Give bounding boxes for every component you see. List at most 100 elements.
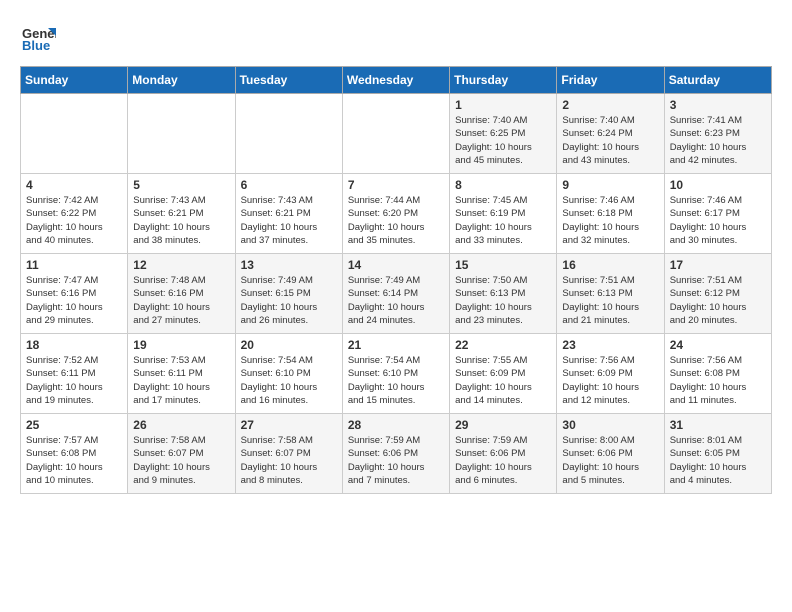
day-info: Sunrise: 7:43 AMSunset: 6:21 PMDaylight:… — [241, 194, 337, 247]
day-number: 21 — [348, 338, 444, 352]
day-number: 23 — [562, 338, 658, 352]
day-number: 3 — [670, 98, 766, 112]
day-info: Sunrise: 7:57 AMSunset: 6:08 PMDaylight:… — [26, 434, 122, 487]
calendar-body: 1 Sunrise: 7:40 AMSunset: 6:25 PMDaylight… — [21, 94, 772, 494]
day-info: Sunrise: 7:58 AMSunset: 6:07 PMDaylight:… — [241, 434, 337, 487]
calendar-week-row: 1 Sunrise: 7:40 AMSunset: 6:25 PMDaylight… — [21, 94, 772, 174]
svg-text:Blue: Blue — [22, 38, 50, 53]
day-info: Sunrise: 8:00 AMSunset: 6:06 PMDaylight:… — [562, 434, 658, 487]
logo-icon: General Blue — [20, 20, 56, 56]
calendar-cell: 8 Sunrise: 7:45 AMSunset: 6:19 PMDaylight… — [450, 174, 557, 254]
day-info: Sunrise: 7:55 AMSunset: 6:09 PMDaylight:… — [455, 354, 551, 407]
calendar-cell: 12 Sunrise: 7:48 AMSunset: 6:16 PMDayligh… — [128, 254, 235, 334]
day-info: Sunrise: 7:58 AMSunset: 6:07 PMDaylight:… — [133, 434, 229, 487]
calendar-cell — [21, 94, 128, 174]
calendar-cell: 28 Sunrise: 7:59 AMSunset: 6:06 PMDayligh… — [342, 414, 449, 494]
day-number: 1 — [455, 98, 551, 112]
day-info: Sunrise: 7:46 AMSunset: 6:17 PMDaylight:… — [670, 194, 766, 247]
day-info: Sunrise: 7:52 AMSunset: 6:11 PMDaylight:… — [26, 354, 122, 407]
calendar-cell: 23Sunrise: 7:56 AMSunset: 6:09 PMDayligh… — [557, 334, 664, 414]
day-info: Sunrise: 7:42 AMSunset: 6:22 PMDaylight:… — [26, 194, 122, 247]
calendar-cell: 18 Sunrise: 7:52 AMSunset: 6:11 PMDayligh… — [21, 334, 128, 414]
day-number: 26 — [133, 418, 229, 432]
calendar-cell: 25 Sunrise: 7:57 AMSunset: 6:08 PMDayligh… — [21, 414, 128, 494]
calendar-cell: 15 Sunrise: 7:50 AMSunset: 6:13 PMDayligh… — [450, 254, 557, 334]
calendar-cell: 29Sunrise: 7:59 AMSunset: 6:06 PMDayligh… — [450, 414, 557, 494]
day-number: 25 — [26, 418, 122, 432]
calendar-cell — [342, 94, 449, 174]
calendar-cell: 6 Sunrise: 7:43 AMSunset: 6:21 PMDaylight… — [235, 174, 342, 254]
day-number: 30 — [562, 418, 658, 432]
day-info: Sunrise: 7:47 AMSunset: 6:16 PMDaylight:… — [26, 274, 122, 327]
day-info: Sunrise: 7:49 AMSunset: 6:15 PMDaylight:… — [241, 274, 337, 327]
calendar-week-row: 25 Sunrise: 7:57 AMSunset: 6:08 PMDayligh… — [21, 414, 772, 494]
day-info: Sunrise: 7:59 AMSunset: 6:06 PMDaylight:… — [348, 434, 444, 487]
day-info: Sunrise: 7:51 AMSunset: 6:12 PMDaylight:… — [670, 274, 766, 327]
day-info: Sunrise: 7:54 AMSunset: 6:10 PMDaylight:… — [348, 354, 444, 407]
day-info: Sunrise: 8:01 AMSunset: 6:05 PMDaylight:… — [670, 434, 766, 487]
day-number: 22 — [455, 338, 551, 352]
calendar-week-row: 11 Sunrise: 7:47 AMSunset: 6:16 PMDayligh… — [21, 254, 772, 334]
day-number: 17 — [670, 258, 766, 272]
calendar-cell: 14 Sunrise: 7:49 AMSunset: 6:14 PMDayligh… — [342, 254, 449, 334]
day-number: 31 — [670, 418, 766, 432]
calendar-cell: 17 Sunrise: 7:51 AMSunset: 6:12 PMDayligh… — [664, 254, 771, 334]
day-number: 27 — [241, 418, 337, 432]
calendar-cell: 22 Sunrise: 7:55 AMSunset: 6:09 PMDayligh… — [450, 334, 557, 414]
day-number: 4 — [26, 178, 122, 192]
calendar-cell: 11 Sunrise: 7:47 AMSunset: 6:16 PMDayligh… — [21, 254, 128, 334]
calendar-week-row: 4 Sunrise: 7:42 AMSunset: 6:22 PMDaylight… — [21, 174, 772, 254]
day-number: 7 — [348, 178, 444, 192]
calendar-cell: 31 Sunrise: 8:01 AMSunset: 6:05 PMDayligh… — [664, 414, 771, 494]
day-number: 15 — [455, 258, 551, 272]
calendar-cell: 4 Sunrise: 7:42 AMSunset: 6:22 PMDaylight… — [21, 174, 128, 254]
calendar-cell: 7Sunrise: 7:44 AMSunset: 6:20 PMDaylight… — [342, 174, 449, 254]
calendar-cell — [128, 94, 235, 174]
calendar-cell: 20 Sunrise: 7:54 AMSunset: 6:10 PMDayligh… — [235, 334, 342, 414]
calendar-week-row: 18 Sunrise: 7:52 AMSunset: 6:11 PMDayligh… — [21, 334, 772, 414]
calendar-table: SundayMondayTuesdayWednesdayThursdayFrid… — [20, 66, 772, 494]
calendar-cell: 3Sunrise: 7:41 AMSunset: 6:23 PMDaylight… — [664, 94, 771, 174]
day-number: 9 — [562, 178, 658, 192]
day-number: 28 — [348, 418, 444, 432]
day-info: Sunrise: 7:50 AMSunset: 6:13 PMDaylight:… — [455, 274, 551, 327]
day-number: 19 — [133, 338, 229, 352]
weekday-header: Friday — [557, 67, 664, 94]
day-info: Sunrise: 7:49 AMSunset: 6:14 PMDaylight:… — [348, 274, 444, 327]
day-number: 8 — [455, 178, 551, 192]
day-info: Sunrise: 7:59 AMSunset: 6:06 PMDaylight:… — [455, 434, 551, 487]
calendar-cell: 16 Sunrise: 7:51 AMSunset: 6:13 PMDayligh… — [557, 254, 664, 334]
weekday-header: Sunday — [21, 67, 128, 94]
weekday-header: Tuesday — [235, 67, 342, 94]
day-number: 18 — [26, 338, 122, 352]
calendar-cell: 30 Sunrise: 8:00 AMSunset: 6:06 PMDayligh… — [557, 414, 664, 494]
calendar-cell: 21 Sunrise: 7:54 AMSunset: 6:10 PMDayligh… — [342, 334, 449, 414]
day-info: Sunrise: 7:54 AMSunset: 6:10 PMDaylight:… — [241, 354, 337, 407]
day-number: 13 — [241, 258, 337, 272]
day-info: Sunrise: 7:40 AMSunset: 6:25 PMDaylight:… — [455, 114, 551, 167]
day-info: Sunrise: 7:48 AMSunset: 6:16 PMDaylight:… — [133, 274, 229, 327]
day-number: 20 — [241, 338, 337, 352]
day-number: 10 — [670, 178, 766, 192]
day-number: 5 — [133, 178, 229, 192]
calendar-cell: 19 Sunrise: 7:53 AMSunset: 6:11 PMDayligh… — [128, 334, 235, 414]
day-number: 14 — [348, 258, 444, 272]
day-info: Sunrise: 7:46 AMSunset: 6:18 PMDaylight:… — [562, 194, 658, 247]
day-number: 16 — [562, 258, 658, 272]
logo: General Blue — [20, 20, 56, 56]
calendar-cell: 9 Sunrise: 7:46 AMSunset: 6:18 PMDaylight… — [557, 174, 664, 254]
day-number: 11 — [26, 258, 122, 272]
day-number: 12 — [133, 258, 229, 272]
day-info: Sunrise: 7:51 AMSunset: 6:13 PMDaylight:… — [562, 274, 658, 327]
calendar-cell: 27 Sunrise: 7:58 AMSunset: 6:07 PMDayligh… — [235, 414, 342, 494]
calendar-cell: 26 Sunrise: 7:58 AMSunset: 6:07 PMDayligh… — [128, 414, 235, 494]
calendar-cell: 5Sunrise: 7:43 AMSunset: 6:21 PMDaylight… — [128, 174, 235, 254]
day-info: Sunrise: 7:53 AMSunset: 6:11 PMDaylight:… — [133, 354, 229, 407]
calendar-cell: 24Sunrise: 7:56 AMSunset: 6:08 PMDayligh… — [664, 334, 771, 414]
calendar-cell: 2Sunrise: 7:40 AMSunset: 6:24 PMDaylight… — [557, 94, 664, 174]
calendar-cell: 1 Sunrise: 7:40 AMSunset: 6:25 PMDaylight… — [450, 94, 557, 174]
calendar-cell: 10 Sunrise: 7:46 AMSunset: 6:17 PMDayligh… — [664, 174, 771, 254]
day-info: Sunrise: 7:45 AMSunset: 6:19 PMDaylight:… — [455, 194, 551, 247]
day-number: 6 — [241, 178, 337, 192]
calendar-header-row: SundayMondayTuesdayWednesdayThursdayFrid… — [21, 67, 772, 94]
